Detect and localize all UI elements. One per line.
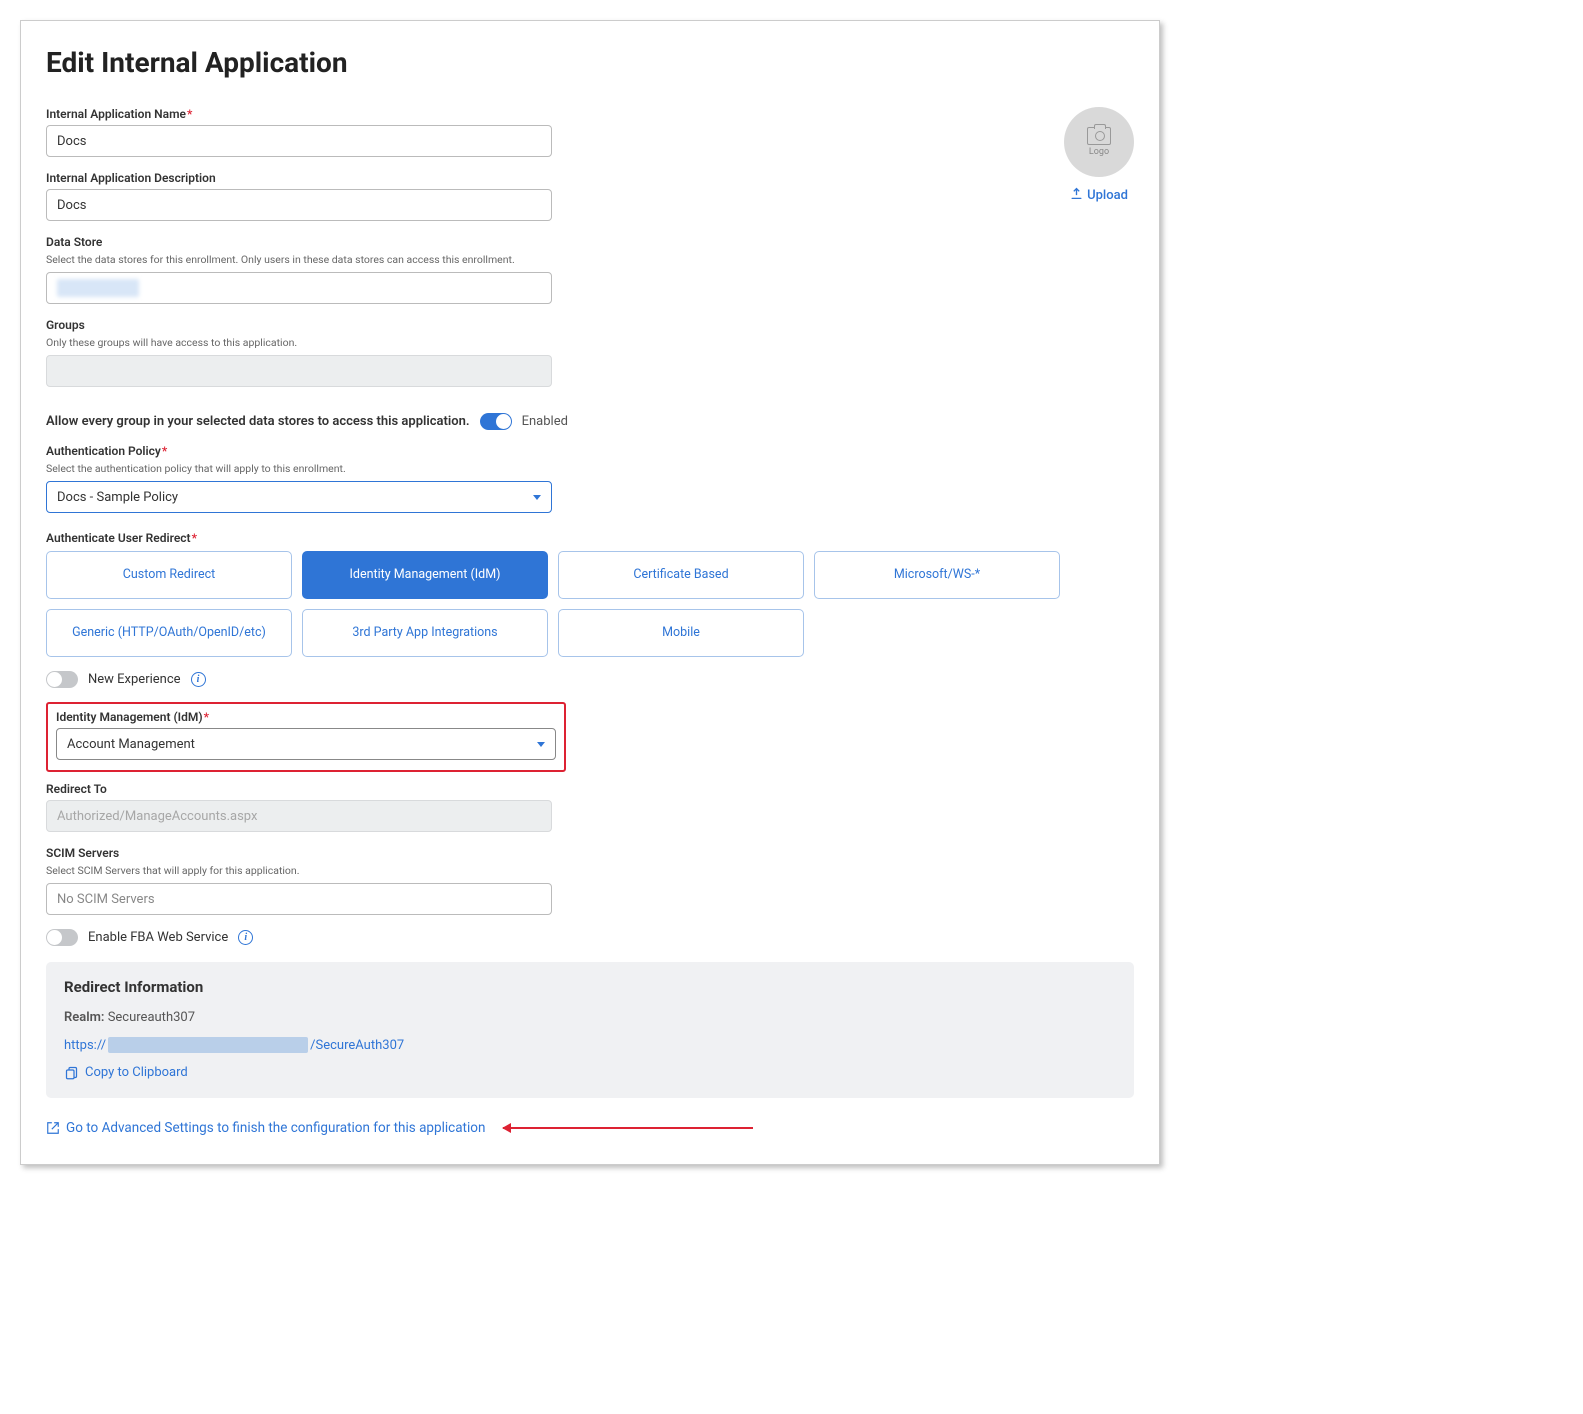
label-groups: Groups [46,318,552,332]
realm-key: Realm: [64,1010,104,1025]
field-app-name: Internal Application Name* Docs [46,107,552,157]
field-redirect-type: Authenticate User Redirect* Custom Redir… [46,531,1134,657]
info-icon[interactable]: i [191,672,206,687]
tile-mobile[interactable]: Mobile [558,609,804,657]
chevron-down-icon [537,742,545,747]
data-store-redacted [57,279,139,297]
edit-application-page: Edit Internal Application Internal Appli… [20,20,1160,1165]
logo-placeholder-text: Logo [1089,147,1109,157]
input-scim[interactable]: No SCIM Servers [46,883,552,915]
logo-placeholder: Logo [1064,107,1134,177]
upload-link[interactable]: Upload [1070,187,1128,204]
info-icon[interactable]: i [238,930,253,945]
fba-toggle[interactable] [46,929,78,946]
url-suffix: /SecureAuth307 [310,1038,404,1053]
copy-clipboard-button[interactable]: Copy to Clipboard [64,1065,1116,1080]
label-app-name-text: Internal Application Name [46,107,186,121]
advanced-settings-link[interactable]: Go to Advanced Settings to finish the co… [46,1120,485,1136]
tile-microsoft-ws[interactable]: Microsoft/WS-* [814,551,1060,599]
label-app-name: Internal Application Name* [46,107,552,121]
url-redacted [108,1037,308,1053]
exit-icon [46,1121,60,1135]
upload-link-text: Upload [1087,188,1128,203]
required-star: * [162,444,167,458]
label-idm-text: Identity Management (IdM) [56,710,203,724]
tile-custom-redirect[interactable]: Custom Redirect [46,551,292,599]
redirect-info-panel: Redirect Information Realm: Secureauth30… [46,962,1134,1098]
allow-all-toggle[interactable] [480,413,512,430]
new-experience-toggle[interactable] [46,671,78,688]
redirect-type-grid: Custom Redirect Identity Management (IdM… [46,551,1066,657]
field-redirect-to: Redirect To Authorized/ManageAccounts.as… [46,782,552,832]
allow-all-groups-row: Allow every group in your selected data … [46,413,1134,430]
logo-upload-panel: Logo Upload [1064,107,1134,401]
tile-certificate[interactable]: Certificate Based [558,551,804,599]
copy-clipboard-text: Copy to Clipboard [85,1065,188,1080]
input-scim-value: No SCIM Servers [57,892,155,907]
redirect-info-title: Redirect Information [64,978,1116,996]
url-prefix: https:// [64,1038,106,1053]
field-auth-policy: Authentication Policy* Select the authen… [46,444,552,513]
input-app-name-value: Docs [57,134,86,149]
select-idm[interactable]: Account Management [56,728,556,760]
select-idm-value: Account Management [67,737,195,752]
input-app-name[interactable]: Docs [46,125,552,157]
helper-groups: Only these groups will have access to th… [46,336,552,349]
label-data-store: Data Store [46,235,552,249]
label-redirect-type-text: Authenticate User Redirect [46,531,191,545]
input-app-desc[interactable]: Docs [46,189,552,221]
helper-data-store: Select the data stores for this enrollme… [46,253,552,266]
new-experience-label: New Experience [88,672,181,687]
label-redirect-type: Authenticate User Redirect* [46,531,1134,545]
page-title: Edit Internal Application [46,46,1134,79]
realm-row: Realm: Secureauth307 [64,1010,1116,1025]
fba-row: Enable FBA Web Service i [46,929,1134,946]
field-app-desc: Internal Application Description Docs [46,171,552,221]
allow-all-state: Enabled [522,414,568,429]
required-star: * [187,107,192,121]
redirect-url-row: https:// /SecureAuth307 [64,1037,1116,1053]
label-redirect-to: Redirect To [46,782,552,796]
tile-idm[interactable]: Identity Management (IdM) [302,551,548,599]
label-auth-policy-text: Authentication Policy [46,444,161,458]
helper-scim: Select SCIM Servers that will apply for … [46,864,552,877]
advanced-settings-row: Go to Advanced Settings to finish the co… [46,1120,1134,1136]
required-star: * [204,710,209,724]
annotation-arrow [503,1127,753,1129]
input-groups[interactable] [46,355,552,387]
tile-3rd-party[interactable]: 3rd Party App Integrations [302,609,548,657]
fba-label: Enable FBA Web Service [88,930,228,945]
new-experience-row: New Experience i [46,671,1134,688]
tile-generic[interactable]: Generic (HTTP/OAuth/OpenID/etc) [46,609,292,657]
helper-auth-policy: Select the authentication policy that wi… [46,462,552,475]
field-scim: SCIM Servers Select SCIM Servers that wi… [46,846,552,915]
label-app-desc: Internal Application Description [46,171,552,185]
field-data-store: Data Store Select the data stores for th… [46,235,552,304]
advanced-settings-text: Go to Advanced Settings to finish the co… [66,1120,485,1136]
input-redirect-to-value: Authorized/ManageAccounts.aspx [57,809,257,824]
label-auth-policy: Authentication Policy* [46,444,552,458]
camera-icon [1087,127,1111,145]
idm-highlight-box: Identity Management (IdM)* Account Manag… [46,702,566,772]
label-idm: Identity Management (IdM)* [56,710,556,724]
required-star: * [192,531,197,545]
input-redirect-to: Authorized/ManageAccounts.aspx [46,800,552,832]
input-app-desc-value: Docs [57,198,86,213]
upload-icon [1070,187,1083,204]
realm-value: Secureauth307 [108,1010,195,1025]
clipboard-icon [64,1065,79,1080]
chevron-down-icon [533,495,541,500]
select-auth-policy[interactable]: Docs - Sample Policy [46,481,552,513]
allow-all-label: Allow every group in your selected data … [46,414,470,429]
label-scim: SCIM Servers [46,846,552,860]
input-data-store[interactable] [46,272,552,304]
field-groups: Groups Only these groups will have acces… [46,318,552,387]
select-auth-policy-value: Docs - Sample Policy [57,490,178,505]
